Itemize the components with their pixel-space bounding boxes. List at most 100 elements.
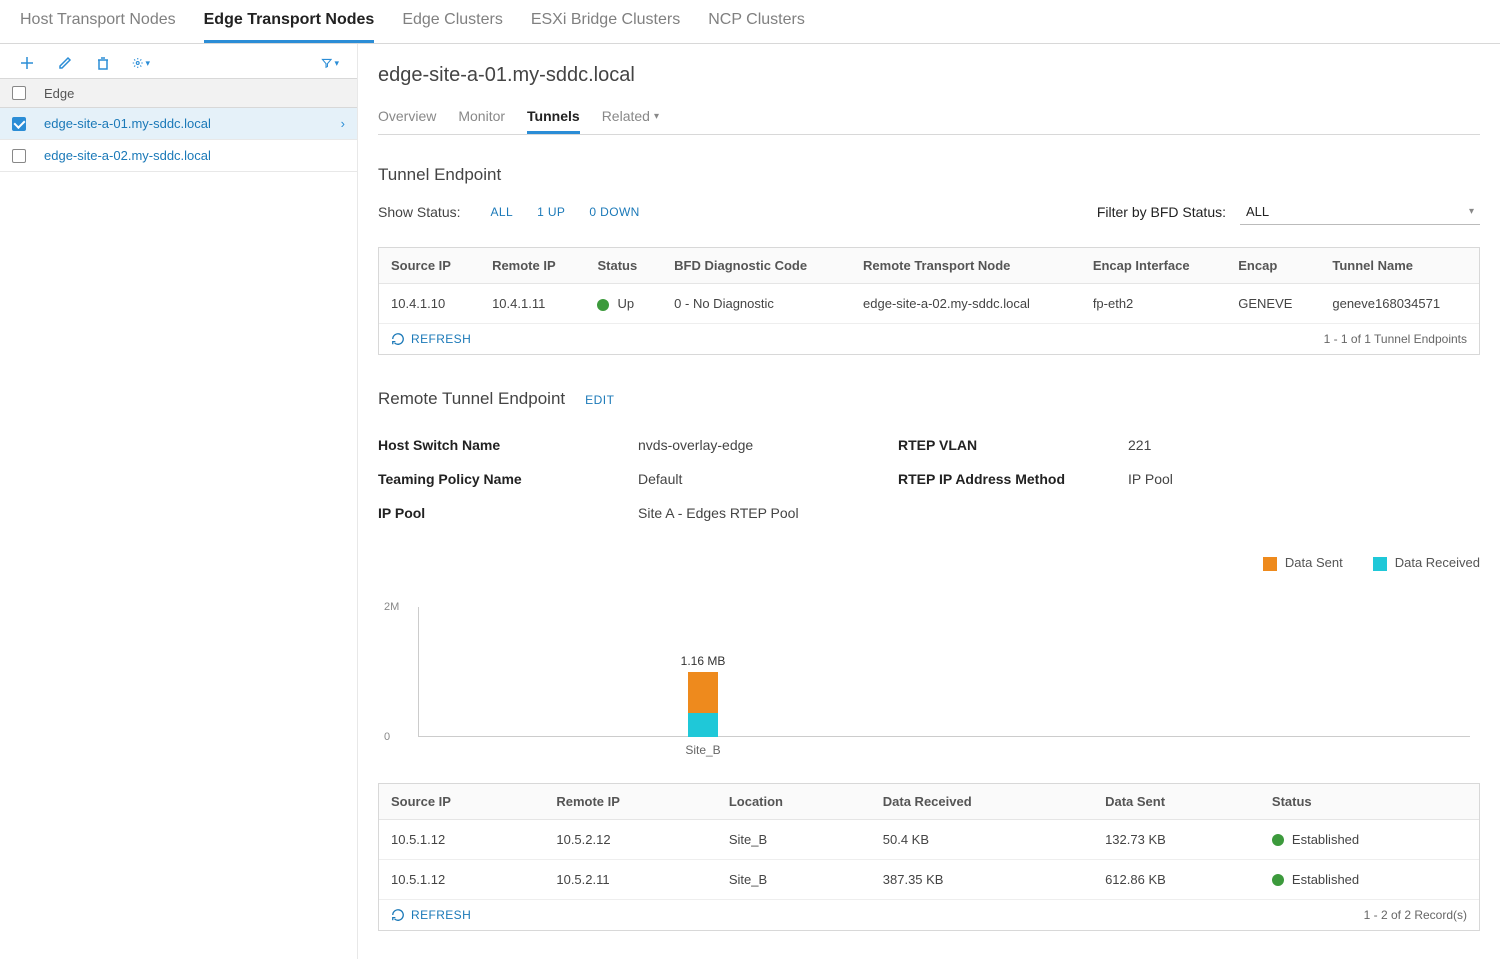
cell-status: Established [1260, 859, 1479, 899]
select-all-checkbox[interactable] [12, 86, 26, 100]
status-filter-up[interactable]: 1 UP [537, 205, 565, 219]
col-remote-node[interactable]: Remote Transport Node [851, 248, 1081, 284]
cell-tunnel-name: geneve168034571 [1320, 284, 1479, 324]
col-status[interactable]: Status [585, 248, 662, 284]
cell-recv: 387.35 KB [871, 859, 1093, 899]
sub-tab-monitor[interactable]: Monitor [458, 101, 505, 134]
rtep-chart: 2M 0 1.16 MB Site_B [418, 607, 1470, 737]
bfd-filter-value: ALL [1246, 204, 1269, 219]
col-encap-if[interactable]: Encap Interface [1081, 248, 1226, 284]
edge-name: edge-site-a-02.my-sddc.local [44, 148, 211, 163]
table-row[interactable]: 10.5.1.12 10.5.2.11 Site_B 387.35 KB 612… [379, 859, 1479, 899]
cell-bfd: 0 - No Diagnostic [662, 284, 851, 324]
legend-data-sent: Data Sent [1263, 555, 1343, 571]
cell-encap-if: fp-eth2 [1081, 284, 1226, 324]
kv-host-switch-label: Host Switch Name [378, 437, 638, 453]
chevron-down-icon: ▾ [1469, 206, 1474, 217]
status-established-icon [1272, 834, 1284, 846]
col-remote-ip[interactable]: Remote IP [480, 248, 585, 284]
bfd-filter-label: Filter by BFD Status: [1097, 204, 1226, 220]
cell-remote-ip: 10.5.2.12 [544, 819, 716, 859]
col-source-ip[interactable]: Source IP [379, 248, 480, 284]
add-icon[interactable] [18, 54, 36, 72]
tab-ncp-clusters[interactable]: NCP Clusters [708, 0, 805, 43]
refresh-icon [391, 332, 405, 346]
detail-title: edge-site-a-01.my-sddc.local [378, 64, 1480, 87]
cell-location: Site_B [717, 859, 871, 899]
chevron-down-icon: ▾ [654, 111, 659, 122]
left-panel: ▾ ▾ Edge edge-site-a-01.my-sddc.local › … [0, 44, 358, 959]
col-encap[interactable]: Encap [1226, 248, 1320, 284]
tab-host-transport-nodes[interactable]: Host Transport Nodes [20, 0, 176, 43]
bar-recv-segment [688, 713, 718, 737]
top-tabs: Host Transport Nodes Edge Transport Node… [0, 0, 1500, 44]
delete-icon[interactable] [94, 54, 112, 72]
list-item[interactable]: edge-site-a-02.my-sddc.local [0, 140, 357, 172]
cell-status: Up [585, 284, 662, 324]
settings-icon[interactable]: ▾ [132, 54, 150, 72]
cell-encap: GENEVE [1226, 284, 1320, 324]
list-header-label: Edge [44, 86, 74, 101]
tab-edge-transport-nodes[interactable]: Edge Transport Nodes [204, 0, 375, 43]
tab-edge-clusters[interactable]: Edge Clusters [402, 0, 503, 43]
kv-host-switch-val: nvds-overlay-edge [638, 437, 898, 453]
detail-panel: edge-site-a-01.my-sddc.local Overview Mo… [358, 44, 1500, 959]
filter-icon[interactable]: ▾ [321, 54, 339, 72]
row-checkbox[interactable] [12, 117, 26, 131]
refresh-button[interactable]: REFRESH [391, 332, 471, 346]
chevron-right-icon: › [341, 116, 345, 131]
tab-esxi-bridge-clusters[interactable]: ESXi Bridge Clusters [531, 0, 680, 43]
edge-name: edge-site-a-01.my-sddc.local [44, 116, 211, 131]
col-data-received[interactable]: Data Received [871, 784, 1093, 820]
chart-bar[interactable]: 1.16 MB Site_B [688, 672, 718, 737]
cell-status: Established [1260, 819, 1479, 859]
detail-sub-tabs: Overview Monitor Tunnels Related ▾ [378, 101, 1480, 135]
status-text: Established [1292, 872, 1359, 887]
col-remote-ip[interactable]: Remote IP [544, 784, 716, 820]
col-data-sent[interactable]: Data Sent [1093, 784, 1260, 820]
kv-rtep-vlan-val: 221 [1128, 437, 1480, 453]
bar-category-label: Site_B [685, 743, 720, 757]
col-tunnel-name[interactable]: Tunnel Name [1320, 248, 1479, 284]
rtep-edit-button[interactable]: EDIT [585, 393, 614, 407]
rtep-properties: Host Switch Name nvds-overlay-edge RTEP … [378, 437, 1480, 521]
status-filter-down[interactable]: 0 DOWN [589, 205, 639, 219]
cell-recv: 50.4 KB [871, 819, 1093, 859]
table-row[interactable]: 10.4.1.10 10.4.1.11 Up 0 - No Diagnostic… [379, 284, 1479, 324]
sub-tab-related[interactable]: Related ▾ [602, 101, 659, 134]
bfd-filter-select[interactable]: ALL ▾ [1240, 199, 1480, 225]
col-bfd[interactable]: BFD Diagnostic Code [662, 248, 851, 284]
status-text: Up [617, 296, 634, 311]
cell-remote-ip: 10.5.2.11 [544, 859, 716, 899]
show-status-label: Show Status: [378, 204, 461, 220]
sub-tab-overview[interactable]: Overview [378, 101, 436, 134]
tunnel-endpoint-title: Tunnel Endpoint [378, 165, 1480, 185]
refresh-button[interactable]: REFRESH [391, 908, 471, 922]
refresh-icon [391, 908, 405, 922]
status-established-icon [1272, 874, 1284, 886]
table-row[interactable]: 10.5.1.12 10.5.2.12 Site_B 50.4 KB 132.7… [379, 819, 1479, 859]
cell-source-ip: 10.5.1.12 [379, 819, 544, 859]
swatch-sent-icon [1263, 557, 1277, 571]
status-text: Established [1292, 832, 1359, 847]
chart-legend: Data Sent Data Received [378, 555, 1480, 571]
list-item[interactable]: edge-site-a-01.my-sddc.local › [0, 108, 357, 140]
kv-ip-method-label: RTEP IP Address Method [898, 471, 1128, 487]
legend-sent-label: Data Sent [1285, 555, 1343, 570]
status-filter-all[interactable]: ALL [491, 205, 514, 219]
cell-source-ip: 10.4.1.10 [379, 284, 480, 324]
sub-tab-tunnels[interactable]: Tunnels [527, 101, 580, 134]
sub-tab-related-label: Related [602, 108, 650, 124]
show-status-row: Show Status: ALL 1 UP 0 DOWN Filter by B… [378, 199, 1480, 225]
tunnel-endpoint-table: Source IP Remote IP Status BFD Diagnosti… [378, 247, 1480, 355]
col-location[interactable]: Location [717, 784, 871, 820]
cell-sent: 612.86 KB [1093, 859, 1260, 899]
bar-top-label: 1.16 MB [681, 654, 726, 668]
col-source-ip[interactable]: Source IP [379, 784, 544, 820]
edit-icon[interactable] [56, 54, 74, 72]
row-checkbox[interactable] [12, 149, 26, 163]
legend-data-received: Data Received [1373, 555, 1480, 571]
col-status[interactable]: Status [1260, 784, 1479, 820]
kv-ip-pool-label: IP Pool [378, 505, 638, 521]
y-axis [418, 607, 419, 737]
